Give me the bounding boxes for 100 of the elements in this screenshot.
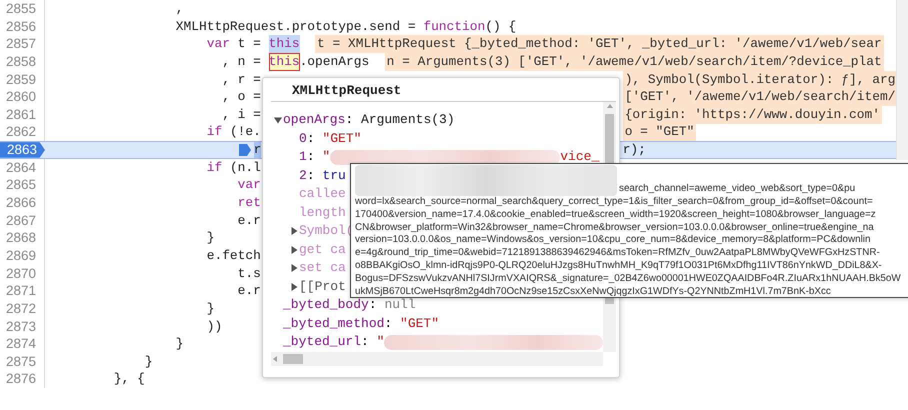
code-text: var <box>238 176 261 194</box>
code-text: } <box>144 352 153 370</box>
code-text: e.r <box>238 212 261 230</box>
separator: : <box>345 111 354 129</box>
line-number[interactable]: 2865 <box>0 176 45 194</box>
execution-arrow-icon <box>238 142 252 157</box>
highlighted-token[interactable]: this <box>268 35 300 53</box>
code-text: , <box>176 0 184 18</box>
inline-value: t = XMLHttpRequest {_byted_method: 'GET', _byted_url: '/aweme/v1/web/sear <box>315 35 884 53</box>
code-text: XMLHttpRequest.prototype.send = function() { <box>176 18 516 36</box>
property-name: 0 <box>299 130 307 148</box>
inline-value: ), Symbol(Symbol.iterator): ƒ], arg <box>622 70 896 88</box>
collapsed-triangle-icon[interactable] <box>289 263 299 274</box>
property-name: 2 <box>299 166 307 184</box>
property-value: " <box>376 333 384 351</box>
expanded-triangle-icon[interactable] <box>273 115 283 126</box>
popover-title: XMLHttpRequest <box>291 82 402 100</box>
code-text: e.r <box>238 282 261 300</box>
line-number[interactable]: 2875 <box>0 352 45 370</box>
line-number[interactable]: 2855 <box>0 0 45 18</box>
code-text: , r = <box>222 70 261 88</box>
url-text: 170400&version_name=17.4.0&cookie_enabled=true&screen_width=1920&screen_height=1080&browser_language=z <box>355 208 876 222</box>
property-value: " <box>322 148 330 166</box>
code-text: .openArgs <box>300 52 370 71</box>
property-name: _byted_body <box>283 296 369 314</box>
url-text: word=lx&search_source=normal_search&query_correct_type=1&is_filter_search=0&from_group_id=&offset=0&count= <box>355 196 873 209</box>
property-value: tru <box>322 166 346 184</box>
horizontal-scrollbar[interactable] <box>271 352 603 366</box>
property-value: "GET" <box>322 130 362 148</box>
property-name: 1 <box>299 148 307 166</box>
property-name: length <box>299 204 346 222</box>
separator: : <box>306 166 315 184</box>
line-number[interactable]: 2858 <box>0 52 45 71</box>
property-name: _byted_url <box>283 333 362 351</box>
url-text: CN&browser_platform=Win32&browser_name=Chrome&browser_version=103.0.0.0&browser_online=true&engine_na <box>355 222 874 234</box>
separator: : <box>384 314 392 332</box>
url-text: o8BBAKgiOsO_klmn-idRqjs9P0-QLRQ20eluHJzgs8HuTnwhMH_K9qT79f1O031Pt6MxDfhg11IVT86nYnkWD_DDiL8&X- <box>355 260 882 273</box>
collapsed-triangle-icon[interactable] <box>289 226 299 236</box>
property-value: Arguments(3) <box>361 111 455 129</box>
line-number[interactable]: 2869 <box>0 246 45 265</box>
code-text: } <box>176 335 184 353</box>
separator: : <box>306 148 315 166</box>
line-number[interactable]: 2867 <box>0 212 45 230</box>
code-text: if (n.l <box>206 158 261 176</box>
line-number[interactable]: 2871 <box>0 282 45 300</box>
property-value: "GET" <box>400 314 440 332</box>
url-text: e=4g&round_trip_time=0&webid=7121891388639462946&msToken=RfMZfv_0uw2AatpaPL8MWbyQVeWFGxHzSTNR- <box>355 247 880 260</box>
inline-value: o = "GET" <box>622 123 696 142</box>
property-value: vice_ <box>560 148 600 166</box>
scrollbar-thumb[interactable] <box>896 0 908 160</box>
inline-value: ['GET', '/aweme/v1/web/search/item/ <box>622 88 896 106</box>
property-name: callee <box>299 185 346 203</box>
property-name: openArgs <box>283 111 346 129</box>
property-value: null <box>384 296 416 314</box>
code-text: e.fetch <box>206 246 261 265</box>
url-text: ukMSjB670LtCweHsqr8m2g4dh70OcNz9se15zCsxXeNwQjqgzIxG1WDfYs-Q2YNNtbZmH1Vl.7m7BnK-bXcc <box>355 286 831 298</box>
inline-value: {origin: 'https://www.douyin.com' <box>622 106 882 124</box>
code-text: if (!e. <box>206 123 261 142</box>
url-text: version=103.0.0.0&os_name=Windows&os_version=10&cpu_core_num=8&device_memory=8&platform=PC&downlin <box>355 234 870 248</box>
line-number[interactable]: 2861 <box>0 106 45 124</box>
line-number[interactable]: 2873 <box>0 318 45 336</box>
code-text: } <box>206 300 214 318</box>
line-number[interactable]: 2859 <box>0 70 45 88</box>
line-number[interactable]: 2876 <box>0 370 45 388</box>
paused-token: r <box>254 142 262 158</box>
line-number[interactable]: 2857 <box>0 35 45 53</box>
separator: : <box>361 333 369 351</box>
url-text: Bogus=DFSzswVukzvANHl7SIJrmVXAIQRS&_signature=_02B4Z6wo00001HWE0ZQAAIDBFo4R.ZIuARx1hNUAAH.Bk5oW <box>355 272 901 286</box>
property-name: set ca <box>299 259 346 277</box>
property-name: [[Prot <box>299 278 346 296</box>
line-number[interactable]: 2866 <box>0 194 45 212</box>
line-number[interactable]: 2864 <box>0 158 45 176</box>
code-text: ret <box>238 194 261 212</box>
property-name: _byted_method <box>283 314 384 332</box>
line-number[interactable]: 2872 <box>0 300 45 318</box>
code-text: }, { <box>114 370 145 388</box>
code-text: t.s <box>238 264 261 282</box>
line-number[interactable]: 2870 <box>0 264 45 282</box>
url-text: search_channel=aweme_video_web&sort_type=0&pu <box>619 183 856 196</box>
line-number[interactable]: 2856 <box>0 18 45 36</box>
line-number[interactable]: 2874 <box>0 335 45 353</box>
collapsed-triangle-icon[interactable] <box>289 282 299 292</box>
code-text: var t = <box>206 35 262 53</box>
property-name: Symbol( <box>299 222 354 240</box>
code-text: , o = <box>222 88 261 106</box>
code-text: r); <box>622 142 646 158</box>
collapsed-triangle-icon[interactable] <box>289 244 299 255</box>
code-text: , n = <box>222 52 262 71</box>
scrollbar-thumb[interactable] <box>283 354 303 364</box>
code-text: } <box>206 229 214 247</box>
separator: : <box>368 296 377 314</box>
inline-value: n = Arguments(3) ['GET', '/aweme/v1/web/search/item/?device_plat <box>384 52 884 71</box>
line-number[interactable]: 2868 <box>0 229 45 247</box>
code-text: , i = <box>222 106 261 124</box>
property-name: get ca <box>299 240 346 258</box>
line-number[interactable]: 2860 <box>0 88 45 106</box>
inspected-token[interactable]: this <box>268 52 300 71</box>
line-number[interactable]: 2863 <box>0 142 45 158</box>
code-text: )) <box>206 318 222 336</box>
separator: : <box>306 130 315 148</box>
